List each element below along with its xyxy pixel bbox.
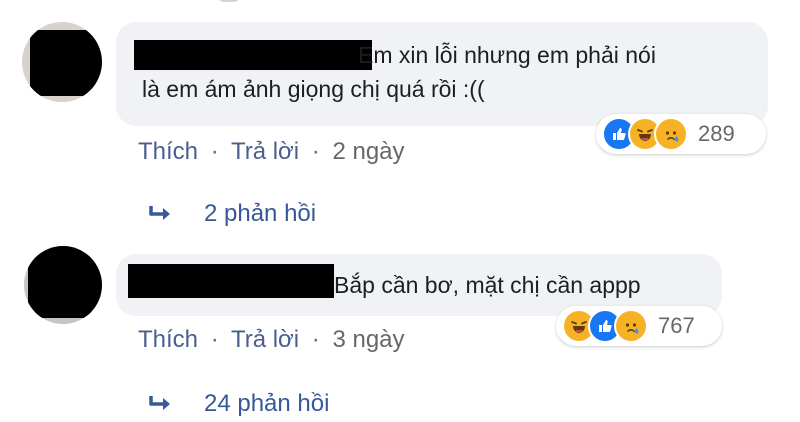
sad-icon <box>614 309 648 343</box>
sad-icon <box>654 117 688 151</box>
reaction-count: 767 <box>658 313 695 338</box>
comment-thread: Em xin lỗi nhưng em phải nói là em ám ản… <box>0 0 800 422</box>
replies-count-label: 2 phản hồi <box>204 200 317 227</box>
avatar[interactable] <box>22 22 102 102</box>
separator: · <box>210 138 219 165</box>
author-name-redaction <box>128 264 334 298</box>
comment-actions: Thích · Trả lời · 2 ngày <box>138 138 405 166</box>
reaction-count: 289 <box>698 121 735 146</box>
comment-timestamp[interactable]: 2 ngày <box>332 138 404 165</box>
separator: · <box>210 326 219 353</box>
comment-bubble: Em xin lỗi nhưng em phải nói là em ám ản… <box>116 22 768 126</box>
reply-link[interactable]: Trả lời <box>231 138 299 165</box>
previous-item-fragment <box>218 0 240 2</box>
reactions-summary[interactable]: 289 <box>596 114 766 154</box>
comment-text: Em xin lỗi nhưng em phải nói là em ám ản… <box>142 42 656 102</box>
reply-arrow-icon <box>149 396 170 410</box>
view-replies-link[interactable]: 2 phản hồi <box>148 200 316 228</box>
avatar-redaction <box>30 30 102 96</box>
view-replies-link[interactable]: 24 phản hồi <box>148 390 329 418</box>
avatar[interactable] <box>24 246 102 324</box>
avatar-redaction <box>28 246 102 318</box>
reactions-summary[interactable]: 767 <box>556 306 722 346</box>
comment-timestamp[interactable]: 3 ngày <box>332 326 404 353</box>
like-link[interactable]: Thích <box>138 326 198 353</box>
separator: · <box>311 326 320 353</box>
separator: · <box>311 138 320 165</box>
comment-actions: Thích · Trả lời · 3 ngày <box>138 326 405 354</box>
like-link[interactable]: Thích <box>138 138 198 165</box>
reply-link[interactable]: Trả lời <box>231 326 299 353</box>
replies-count-label: 24 phản hồi <box>204 390 330 417</box>
reply-arrow-icon <box>149 206 170 220</box>
comment-text: Bắp cần bơ, mặt chị cần appp <box>334 272 641 298</box>
